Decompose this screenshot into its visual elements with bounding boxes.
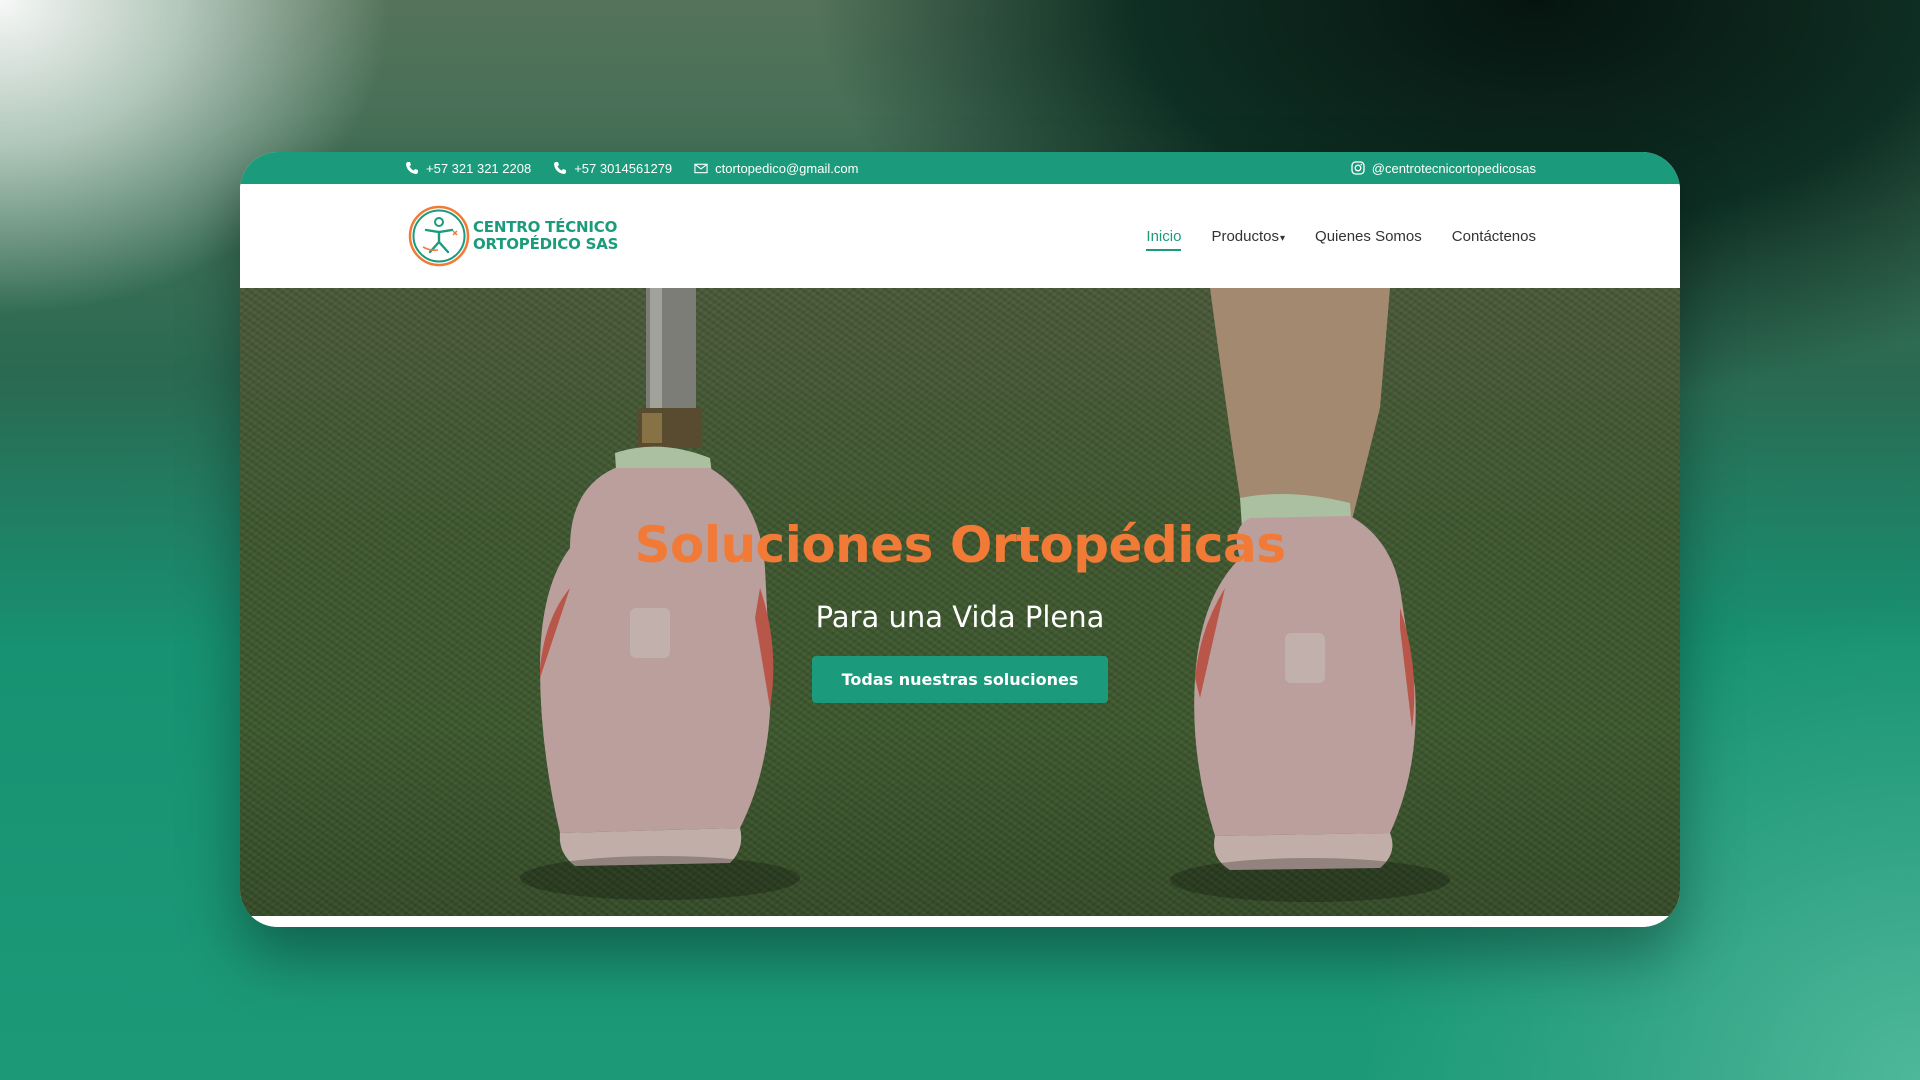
phone-number-1: +57 321 321 2208	[426, 160, 532, 176]
logo-line-2: ORTOPÉDICO SAS	[473, 235, 619, 253]
nav-item-productos-label: Productos	[1211, 227, 1279, 245]
hero-title: Soluciones Ortopédicas	[634, 516, 1286, 574]
email-contact[interactable]: ctortopedico@gmail.com	[694, 161, 858, 176]
nav-item-quienes-somos[interactable]: Quienes Somos	[1315, 222, 1422, 251]
logo-emblem-icon	[408, 205, 470, 267]
hero-content: Soluciones Ortopédicas Para una Vida Ple…	[240, 516, 1680, 703]
phone-contact-2[interactable]: +57 3014561279	[553, 161, 672, 176]
website-window: +57 321 321 2208 +57 3014561279 ctortope…	[240, 152, 1680, 927]
phone-icon	[405, 161, 419, 175]
nav-item-productos[interactable]: Productos▾	[1211, 222, 1285, 251]
main-nav: Inicio Productos▾ Quienes Somos Contácte…	[1116, 222, 1536, 251]
hero-banner: Soluciones Ortopédicas Para una Vida Ple…	[240, 288, 1680, 916]
hero-subtitle: Para una Vida Plena	[815, 600, 1105, 634]
logo-wordmark: CENTRO TÉCNICO ORTOPÉDICO SAS	[473, 219, 618, 253]
phone-number-2: +57 3014561279	[574, 160, 673, 176]
main-navbar: CENTRO TÉCNICO ORTOPÉDICO SAS Inicio Pro…	[240, 184, 1680, 288]
phone-icon	[553, 161, 567, 175]
all-solutions-button[interactable]: Todas nuestras soluciones	[811, 656, 1109, 703]
nav-item-inicio[interactable]: Inicio	[1146, 222, 1182, 251]
page-bottom-edge	[240, 916, 1680, 927]
phone-contact-1[interactable]: +57 321 321 2208	[405, 161, 531, 176]
contact-topbar: +57 321 321 2208 +57 3014561279 ctortope…	[240, 152, 1680, 184]
site-logo[interactable]: CENTRO TÉCNICO ORTOPÉDICO SAS	[408, 205, 618, 267]
caret-down-icon: ▾	[1280, 232, 1286, 244]
instagram-handle: @centrotecnicortopedicosas	[1371, 160, 1536, 176]
mail-icon	[694, 161, 708, 175]
logo-line-1: CENTRO TÉCNICO	[473, 218, 618, 236]
instagram-icon	[1351, 161, 1365, 175]
instagram-link[interactable]: @centrotecnicortopedicosas	[1351, 161, 1536, 176]
email-address: ctortopedico@gmail.com	[715, 160, 859, 176]
nav-item-contactenos[interactable]: Contáctenos	[1452, 222, 1536, 251]
